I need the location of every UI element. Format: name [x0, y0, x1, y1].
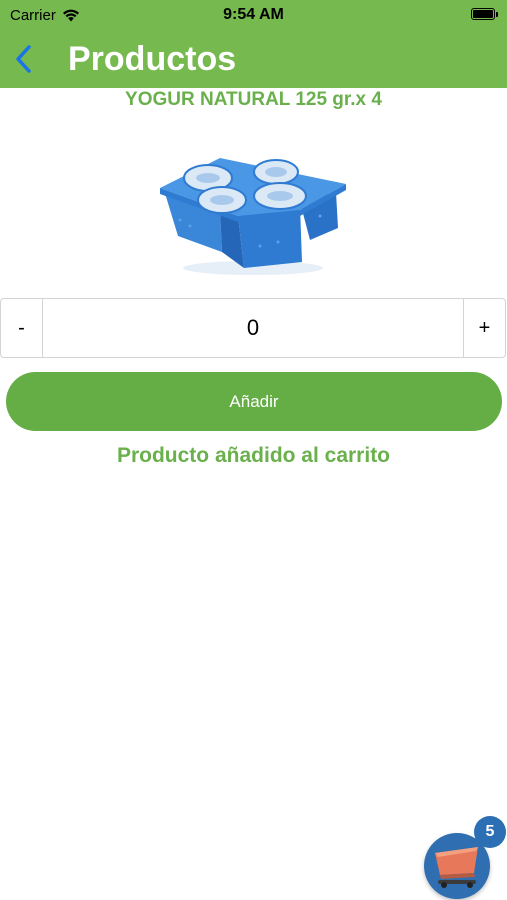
navigation-bar: Productos [0, 32, 507, 88]
added-to-cart-message: Producto añadido al carrito [116, 444, 391, 467]
decrement-button[interactable]: - [1, 299, 43, 357]
status-time: 9:54 AM [223, 6, 284, 23]
increment-button[interactable]: + [463, 299, 505, 357]
shopping-cart-icon [435, 847, 478, 888]
back-button[interactable] [6, 40, 42, 78]
yogurt-4pack-image [160, 158, 346, 275]
quantity-stepper: - 0 + [0, 298, 506, 358]
product-detail-screen: Carrier 9:54 AM Productos YOGUR NATURAL … [0, 0, 507, 900]
page-title: Productos [68, 40, 237, 78]
add-to-cart-button[interactable]: Añadir [6, 372, 502, 431]
app-header: Carrier 9:54 AM Productos [0, 0, 507, 88]
cart-count-badge: 5 [474, 816, 506, 848]
product-name: YOGUR NATURAL 125 gr.x 4 [125, 89, 382, 110]
quantity-field[interactable]: 0 [43, 299, 463, 357]
chevron-left-icon [16, 45, 31, 73]
status-bar: Carrier 9:54 AM [0, 0, 507, 32]
battery-icon [471, 8, 498, 20]
